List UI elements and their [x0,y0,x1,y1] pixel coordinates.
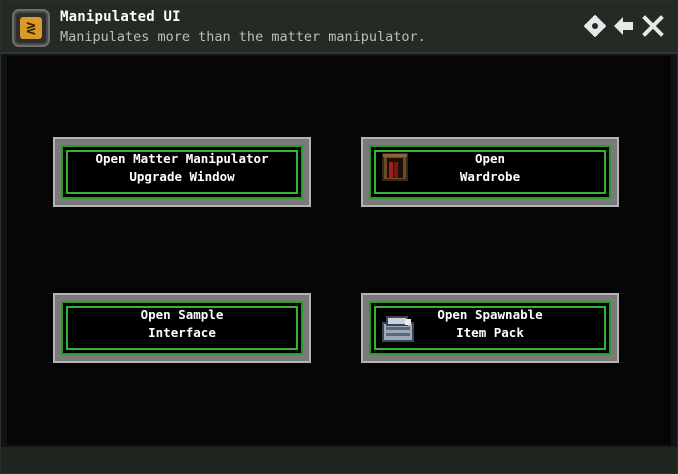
gear-icon[interactable] [583,14,607,38]
open-matter-manipulator-upgrade-button[interactable]: Open Matter Manipulator Upgrade Window [53,137,311,207]
open-sample-interface-button[interactable]: Open Sample Interface [53,293,311,363]
window-header: ≷ Manipulated UI Manipulates more than t… [1,1,677,54]
button-label-line1: Open [474,151,506,166]
arrow-left-icon[interactable] [613,15,635,37]
open-spawnable-item-pack-button[interactable]: Open Spawnable Item Pack [361,293,619,363]
window-title: Manipulated UI [60,9,181,25]
close-icon[interactable] [642,15,664,37]
manipulated-ui-window: ≷ Manipulated UI Manipulates more than t… [0,0,678,474]
button-label-line1: Open Matter Manipulator [95,151,269,166]
button-label-line2: Upgrade Window [129,169,235,184]
open-wardrobe-button[interactable]: Open Wardrobe [361,137,619,207]
button-label-line2: Item Pack [456,325,524,340]
button-label-line2: Wardrobe [459,169,521,184]
window-footer [1,447,677,473]
content-area [7,56,671,445]
button-label-line2: Interface [148,325,216,340]
starbound-logo-icon: ≷ [12,9,50,47]
button-label-line1: Open Sample [140,307,224,322]
window-subtitle: Manipulates more than the matter manipul… [60,29,426,45]
button-label-line1: Open Spawnable [437,307,543,322]
